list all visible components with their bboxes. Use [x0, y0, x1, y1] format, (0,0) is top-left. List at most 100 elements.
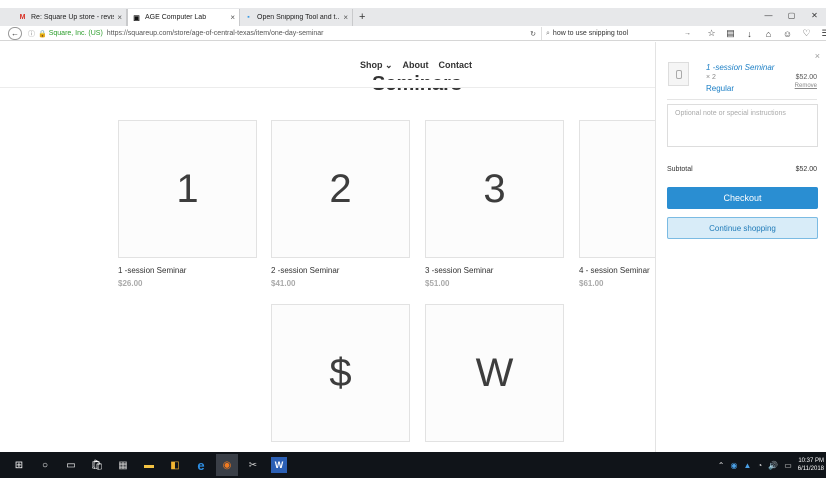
bookmark-star-icon[interactable]: ☆: [702, 28, 721, 39]
product-image-glyph: 1: [176, 166, 199, 211]
checkout-button[interactable]: Checkout: [667, 187, 818, 209]
product-price: $51.00: [425, 279, 450, 288]
subtotal-value: $52.00: [795, 166, 817, 173]
tab-age-computer-lab[interactable]: ▣ AGE Computer Lab ×: [127, 9, 240, 26]
cart-item-variant[interactable]: Regular: [706, 84, 734, 93]
pocket-icon[interactable]: ♡: [797, 28, 816, 39]
tray-app-icon[interactable]: ◉: [730, 461, 737, 470]
product-name[interactable]: 2 -session Seminar: [271, 266, 339, 275]
search-input[interactable]: how to use snipping tool: [553, 30, 628, 37]
product-card-5[interactable]: $: [271, 304, 410, 442]
new-tab-button[interactable]: +: [359, 9, 365, 26]
back-button[interactable]: ←: [8, 26, 22, 40]
window-controls: — ▢ ✕: [757, 8, 826, 26]
remove-link[interactable]: Remove: [795, 83, 817, 89]
tab-title: AGE Computer Lab: [145, 14, 207, 21]
snipping-tool-icon[interactable]: ✂: [242, 454, 264, 476]
tab-snipping-tool[interactable]: ▪ Open Snipping Tool and t... ×: [240, 9, 353, 26]
product-card-6[interactable]: W: [425, 304, 564, 442]
product-name[interactable]: 1 -session Seminar: [118, 266, 186, 275]
file-explorer-icon[interactable]: ▬: [138, 454, 160, 476]
task-view-icon[interactable]: ▭: [60, 454, 82, 476]
product-card-4[interactable]: 4: [579, 120, 655, 258]
volume-icon[interactable]: 🔊: [768, 461, 778, 470]
close-icon[interactable]: ×: [815, 51, 820, 61]
product-price: $41.00: [271, 279, 296, 288]
close-icon[interactable]: ×: [343, 13, 348, 22]
calculator-icon[interactable]: ▦: [112, 454, 134, 476]
reading-list-icon[interactable]: ▤: [721, 28, 740, 39]
product-card-3[interactable]: 3: [425, 120, 564, 258]
cart-divider: [667, 99, 817, 100]
search-icon: ⌕: [546, 29, 550, 37]
windows-taskbar: ⊞ ○ ▭ 🛍 ▦ ▬ ◧ e ◉ ✂ W ⌃ ◉ ▲ ◔ 🔊 ▭ 10:37 …: [0, 452, 826, 478]
download-icon[interactable]: ↓: [740, 29, 759, 39]
close-icon[interactable]: ×: [230, 13, 235, 22]
search-bar[interactable]: ⌕ how to use snipping tool →: [541, 27, 691, 40]
url-text[interactable]: https://squareup.com/store/age-of-centra…: [107, 30, 324, 37]
keyboard-icon[interactable]: ▭: [784, 461, 792, 470]
store-page: Seminars Shop ⌄ About Contact 1 1 -sessi…: [0, 42, 655, 452]
firefox-icon[interactable]: ◉: [216, 454, 238, 476]
product-card-2[interactable]: 2: [271, 120, 410, 258]
page-icon: ▪: [247, 14, 250, 21]
network-icon[interactable]: ◔: [757, 461, 762, 470]
square-icon: ▣: [133, 14, 140, 22]
product-image-glyph: W: [475, 350, 514, 395]
screen: M Re: Square Up store - revis... × ▣ AGE…: [0, 0, 826, 478]
clock-date: 6/11/2018: [797, 466, 824, 472]
subtotal-label: Subtotal: [667, 166, 693, 173]
show-hidden-icons-icon[interactable]: ⌃: [718, 461, 725, 470]
word-icon[interactable]: W: [271, 457, 287, 473]
home-icon[interactable]: ⌂: [759, 29, 778, 39]
maximize-button[interactable]: ▢: [780, 8, 803, 26]
cortana-icon[interactable]: ○: [34, 454, 56, 476]
tab-gmail[interactable]: M Re: Square Up store - revis... ×: [14, 9, 127, 26]
store-icon[interactable]: 🛍: [86, 454, 108, 476]
system-tray: ⌃ ◉ ▲ ◔ 🔊 ▭ 10:37 PM 6/11/2018: [718, 452, 826, 478]
reload-icon[interactable]: ↻: [530, 30, 536, 38]
site-navigation: Shop ⌄ About Contact: [360, 60, 472, 71]
close-icon[interactable]: ×: [117, 13, 122, 22]
tab-title: Re: Square Up store - revis...: [31, 14, 115, 21]
browser-tab-strip: M Re: Square Up store - revis... × ▣ AGE…: [0, 8, 826, 26]
clock-time: 10:37 PM: [798, 458, 824, 464]
browser-toolbar: ☆ ▤ ↓ ⌂ ☺ ♡ ☰: [702, 26, 826, 41]
cart-item-thumbnail: [668, 62, 689, 86]
order-note-field[interactable]: Optional note or special instructions: [667, 104, 818, 147]
lock-icon: 🔒: [38, 30, 47, 38]
product-price: $61.00: [579, 279, 604, 288]
url-bar[interactable]: ⓘ 🔒 Square, Inc. (US) https://squareup.c…: [28, 27, 536, 40]
edge-icon[interactable]: e: [190, 454, 212, 476]
nav-about[interactable]: About: [403, 60, 429, 71]
continue-shopping-button[interactable]: Continue shopping: [667, 217, 818, 239]
product-image-glyph: 2: [329, 166, 352, 211]
search-go-icon[interactable]: →: [684, 30, 691, 37]
minimize-button[interactable]: —: [757, 8, 780, 26]
windows-start-icon[interactable]: ⊞: [8, 454, 30, 476]
site-identity: Square, Inc. (US): [48, 30, 103, 37]
menu-icon[interactable]: ☰: [816, 28, 826, 39]
info-icon[interactable]: ⓘ: [28, 29, 35, 39]
smiley-icon[interactable]: ☺: [778, 29, 797, 39]
gmail-icon: M: [19, 14, 26, 21]
cart-panel: × 1 -session Seminar × 2 Regular $52.00 …: [655, 42, 826, 452]
product-image-glyph: 3: [483, 166, 506, 211]
product-name[interactable]: 4 - session Seminar: [579, 266, 650, 275]
product-price: $26.00: [118, 279, 143, 288]
navigation-bar: ← ⓘ 🔒 Square, Inc. (US) https://squareup…: [0, 26, 826, 41]
product-name[interactable]: 3 -session Seminar: [425, 266, 493, 275]
cart-item-name[interactable]: 1 -session Seminar: [706, 63, 774, 72]
nav-shop[interactable]: Shop ⌄: [360, 60, 393, 71]
clock[interactable]: 10:37 PM 6/11/2018: [798, 457, 824, 473]
sticky-notes-icon[interactable]: ◧: [164, 454, 186, 476]
cart-item-quantity: × 2: [706, 74, 716, 81]
drive-icon[interactable]: ▲: [743, 461, 751, 470]
product-image-glyph: $: [329, 350, 352, 395]
close-window-button[interactable]: ✕: [803, 8, 826, 26]
nav-contact[interactable]: Contact: [439, 60, 473, 71]
tab-title: Open Snipping Tool and t...: [257, 14, 341, 21]
product-card-1[interactable]: 1: [118, 120, 257, 258]
nav-divider-line: [0, 87, 655, 88]
cart-item-price: $52.00: [795, 74, 817, 81]
